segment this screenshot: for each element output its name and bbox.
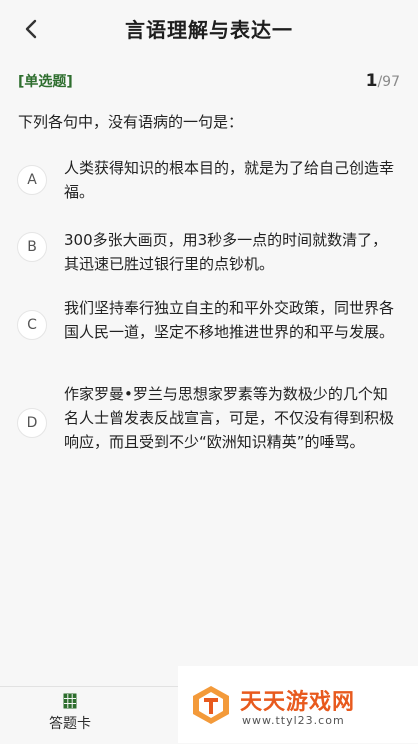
option-c-text: 我们坚持奉行独立自主的和平外交政策，同世界各国人民一道，坚定不移地推进世界的和平… <box>64 299 395 341</box>
question-type-label: [单选题] <box>18 74 73 90</box>
grid-icon <box>63 693 77 709</box>
option-d-letter: D <box>17 408 47 438</box>
watermark: 天天游戏网 www.ttyl23.com <box>178 666 418 743</box>
option-b-letter: B <box>17 232 47 262</box>
question-counter: 1/97 <box>366 71 400 91</box>
watermark-logo-icon <box>193 686 229 724</box>
option-a-letter: A <box>17 165 47 195</box>
option-d-text: 作家罗曼•罗兰与思想家罗素等为数极少的几个知名人士曾发表反战宣言，可是，不仅没有… <box>64 385 395 451</box>
current-question-number: 1 <box>365 71 378 91</box>
watermark-url: www.ttyl23.com <box>242 714 345 727</box>
header-bar: 言语理解与表达一 <box>0 0 418 56</box>
option-c-letter: C <box>17 310 47 340</box>
option-d[interactable]: D 作家罗曼•罗兰与思想家罗素等为数极少的几个知名人士曾发表反战宣言，可是，不仅… <box>0 376 418 480</box>
question-meta: [单选题] 1/97 <box>18 70 400 92</box>
total-questions: /97 <box>377 74 400 90</box>
option-b-text: 300多张大画页，用3秒多一点的时间就数清了，其迅速已胜过银行里的点钞机。 <box>64 231 388 273</box>
back-button[interactable] <box>18 16 44 42</box>
question-stem: 下列各句中，没有语病的一句是： <box>18 113 244 131</box>
option-a[interactable]: A 人类获得知识的根本目的，就是为了给自己创造幸福。 <box>0 150 418 210</box>
answer-card-button[interactable]: 答题卡 <box>28 693 112 739</box>
option-c[interactable]: C 我们坚持奉行独立自主的和平外交政策，同世界各国人民一道，坚定不移地推进世界的… <box>0 290 418 370</box>
option-b[interactable]: B 300多张大画页，用3秒多一点的时间就数清了，其迅速已胜过银行里的点钞机。 <box>0 222 418 282</box>
watermark-name: 天天游戏网 <box>240 690 356 715</box>
answer-card-label: 答题卡 <box>49 716 91 732</box>
chevron-left-icon <box>25 19 37 39</box>
page-title: 言语理解与表达一 <box>125 17 293 42</box>
option-a-text: 人类获得知识的根本目的，就是为了给自己创造幸福。 <box>64 159 395 201</box>
